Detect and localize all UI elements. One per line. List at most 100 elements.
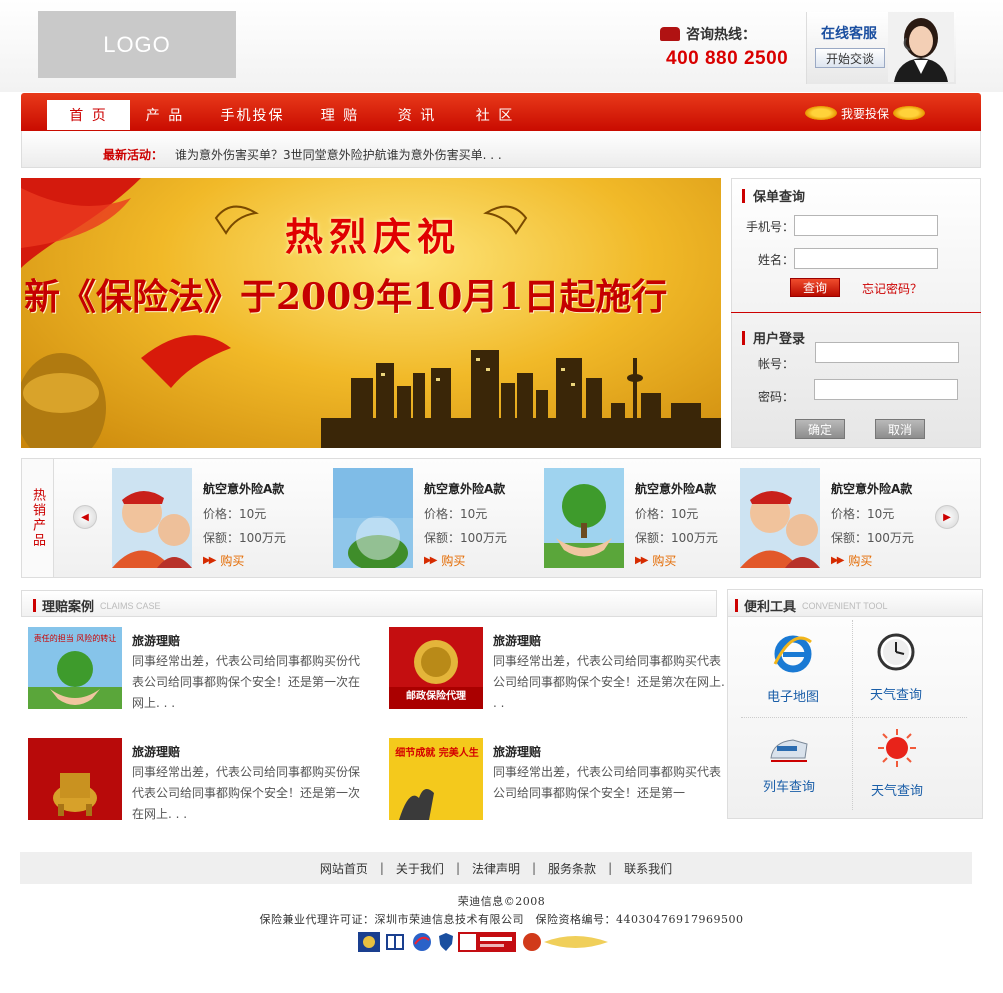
hotline-label: 咨询热线： [686,27,756,43]
buy-link[interactable]: ▶▶ 购买 [635,552,676,569]
nav-item-claims[interactable]: 理 赔 [305,100,375,130]
case-image[interactable]: 邮政保险代理 [389,627,483,709]
product-image[interactable] [740,468,820,568]
phone-label: 手机号： [746,220,795,234]
password-label: 密码： [758,390,795,404]
login-title-text: 用户登录 [753,332,806,347]
shield-icon[interactable] [438,932,454,952]
case-title[interactable]: 旅游理赔 [132,743,180,760]
company-badge-icon[interactable] [458,932,516,952]
footer-link-about[interactable]: 关于我们 [396,860,444,877]
buy-link[interactable]: ▶▶ 购买 [831,552,872,569]
product-name[interactable]: 航空意外险A款 [831,480,912,497]
product-image[interactable] [544,468,624,568]
product-coverage: 保额：100万元 [203,531,286,545]
nav-item-community[interactable]: 社 区 [460,100,530,130]
login-confirm-button[interactable]: 确定 [795,419,845,439]
logo[interactable]: LOGO [38,11,236,78]
footer-link-legal[interactable]: 法律声明 [472,860,520,877]
product-image[interactable] [333,468,413,568]
prev-arrow-button[interactable]: ◀ [73,505,97,529]
separator: | [455,861,460,875]
case-title[interactable]: 旅游理赔 [493,632,541,649]
double-arrow-icon: ▶▶ [424,555,437,566]
nav-item-mobile-insure[interactable]: 手机投保 [210,100,295,130]
buy-label: 购买 [848,554,873,568]
product-price: 价格：10元 [635,507,699,521]
case-image[interactable]: 责任的担当 风险的转让 [28,627,122,709]
buy-label: 购买 [220,554,245,568]
police-badge-icon[interactable] [358,932,380,952]
ie-icon [773,635,812,673]
case-title[interactable]: 旅游理赔 [132,632,180,649]
chevron-right-icon: ▶ [943,511,951,523]
name-label: 姓名： [758,253,795,267]
buy-link[interactable]: ▶▶ 购买 [424,552,465,569]
tool-weather-2[interactable]: 天气查询 [842,728,952,799]
double-arrow-icon: ▶▶ [203,555,216,566]
product-image[interactable] [112,468,192,568]
title-marker [742,330,745,345]
password-input[interactable] [814,379,958,400]
separator: | [532,861,537,875]
title-marker [33,599,36,612]
footer-link-contact[interactable]: 联系我们 [624,860,672,877]
tool-map[interactable]: 电子地图 [738,634,848,705]
insure-now-link[interactable]: 我要投保 [805,100,926,126]
train-icon [770,739,808,762]
product-name[interactable]: 航空意外险A款 [203,480,284,497]
product-price: 价格：10元 [424,507,488,521]
insure-now-label: 我要投保 [841,106,890,121]
tool-label: 列车查询 [762,780,815,795]
footer-link-home[interactable]: 网站首页 [320,860,368,877]
query-button[interactable]: 查询 [790,278,840,297]
case-text: 同事经常出差，代表公司给同事都购买份代表公司给同事都购保个安全！还是第一次在网上… [132,654,361,710]
tool-weather[interactable]: 天气查询 [841,632,951,703]
online-service-title: 在线客服 [821,26,877,42]
case-image[interactable] [28,738,122,820]
separator: | [379,861,384,875]
product-name[interactable]: 航空意外险A款 [424,480,505,497]
product-coverage: 保额：100万元 [635,531,718,545]
name-input[interactable] [794,248,938,269]
chevron-left-icon: ◀ [81,511,89,523]
case-text: 同事经常出差，代表公司给同事都购买代表公司给同事都购保个安全！还是第一 [493,765,722,800]
title-marker [735,599,738,612]
product-coverage: 保额：100万元 [424,531,507,545]
award-badge-icon[interactable] [520,932,610,952]
hot-products-label: 热销产品 [22,459,54,577]
start-chat-button[interactable]: 开始交谈 [815,48,885,68]
tool-train[interactable]: 列车查询 [734,734,844,795]
claims-title-text: 理赔案例 [42,600,95,615]
case-text: 同事经常出差，代表公司给同事都购买代表公司给同事都购保个安全！还是第次在网上. … [493,654,725,710]
forgot-password-link[interactable]: 忘记密码？ [862,280,922,297]
nav-item-home[interactable]: 首 页 [47,100,130,130]
policy-query-title: 保单查询 [742,186,805,205]
tool-label: 天气查询 [869,688,922,703]
nav-item-news[interactable]: 资 讯 [382,100,452,130]
trust-badge-icon[interactable] [410,932,434,952]
clock-icon [877,633,915,671]
panel-divider [731,312,981,313]
login-title: 用户登录 [742,328,805,347]
tools-title-text: 便利工具 [744,600,797,615]
next-arrow-button[interactable]: ▶ [935,505,959,529]
service-agent-avatar [888,12,954,82]
footer-license: 保险兼业代理许可证：深圳市荣迪信息技术有限公司 保险资格编号：440304769… [259,913,744,926]
footer-link-terms[interactable]: 服务条款 [548,860,596,877]
separator: | [608,861,613,875]
news-link[interactable]: 谁为意外伤害买单？3世同堂意外险护航谁为意外伤害买单. . . [175,146,502,163]
buy-link[interactable]: ▶▶ 购买 [203,552,244,569]
case-image[interactable]: 细节成就 完美人生 [389,738,483,820]
account-input[interactable] [815,342,959,363]
nav-item-products[interactable]: 产 品 [130,100,200,130]
product-name[interactable]: 航空意外险A款 [635,480,716,497]
banner-title: 热烈庆祝 [285,214,462,259]
banner-subtitle: 新《保险法》于2009年10月1日起施行 [24,276,668,318]
login-cancel-button[interactable]: 取消 [875,419,925,439]
certification-badges [358,932,610,952]
policy-query-title-text: 保单查询 [753,190,806,205]
network-badge-icon[interactable] [384,932,406,952]
phone-input[interactable] [794,215,938,236]
case-title[interactable]: 旅游理赔 [493,743,541,760]
